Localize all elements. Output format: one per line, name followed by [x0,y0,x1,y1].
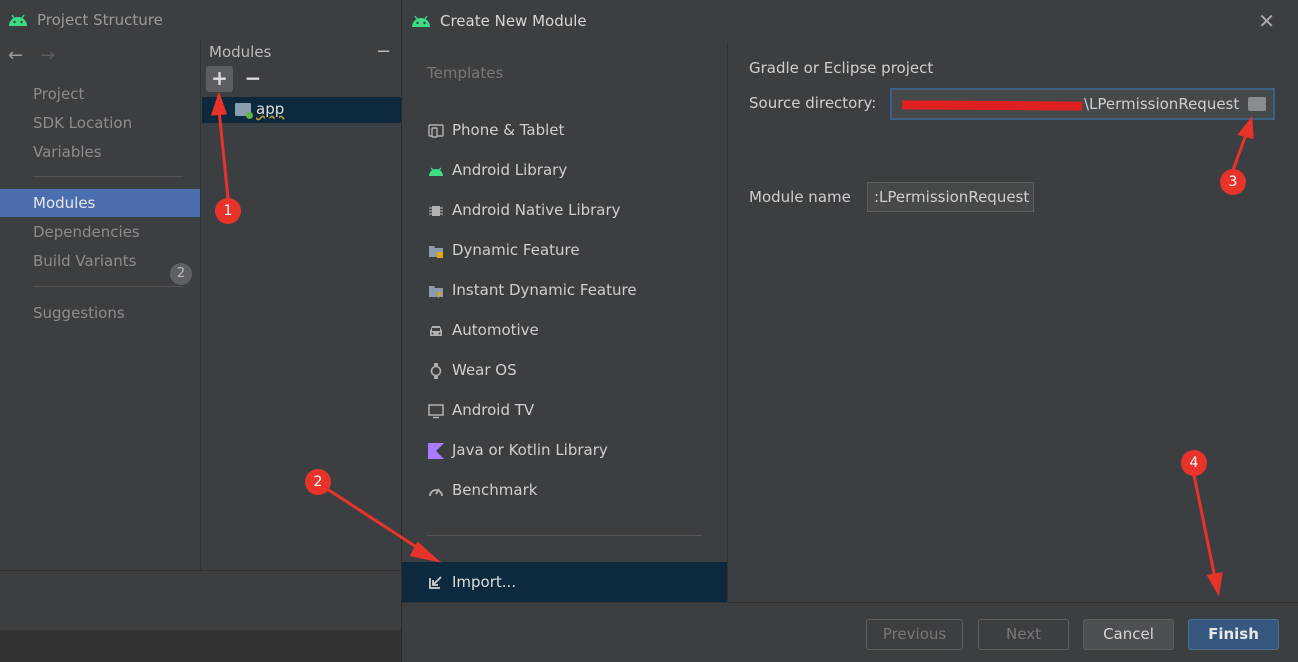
template-label: Java or Kotlin Library [452,441,608,459]
template-dynamic-feature[interactable]: Dynamic Feature [402,231,727,271]
cancel-button[interactable]: Cancel [1083,619,1174,650]
tv-icon [428,404,444,419]
import-config-panel: Gradle or Eclipse project Source directo… [727,42,1298,602]
template-wear-os[interactable]: Wear OS [402,351,727,391]
template-label: Automotive [452,321,539,339]
template-label: Android TV [452,401,535,419]
car-icon [430,326,442,336]
dialog-titlebar: Create New Module ✕ [402,0,1298,42]
close-icon[interactable]: ✕ [1258,9,1275,33]
remove-module-button[interactable]: − [243,66,263,92]
android-icon [429,167,443,176]
sidebar-item-sdk-location[interactable]: SDK Location [0,109,200,137]
template-label: Android Library [452,161,568,179]
import-icon [429,576,442,589]
annotation-badge: 4 [1181,450,1207,476]
template-label: Android Native Library [452,201,621,219]
watch-icon [430,363,442,379]
template-label: Dynamic Feature [452,241,580,259]
window-title: Project Structure [37,11,163,29]
create-new-module-dialog: Create New Module ✕ Templates Phone & Ta… [401,0,1298,662]
modules-header: Modules [209,43,272,61]
module-folder-icon [235,103,253,119]
collapse-icon[interactable]: − [376,41,391,62]
sidebar-item-variables[interactable]: Variables [0,138,200,166]
forward-arrow-icon[interactable]: → [40,45,55,66]
source-directory-value: \LPermissionRequest [1084,95,1240,113]
import-label: Import... [452,573,517,591]
sidebar-item-modules[interactable]: Modules [0,189,200,217]
suggestions-count-badge: 2 [170,263,192,285]
template-automotive[interactable]: Automotive [402,311,727,351]
sidebar-item-dependencies[interactable]: Dependencies [0,218,200,246]
project-structure-window: Project Structure ← → Project SDK Locati… [0,0,403,662]
annotation-badge: 2 [305,469,331,495]
redaction-mark [901,100,1083,111]
folder-lightning-icon [429,286,443,299]
next-button[interactable]: Next [978,619,1069,650]
add-module-button[interactable]: + [206,66,233,92]
module-name-field[interactable]: :LPermissionRequest [867,182,1034,212]
folder-feature-icon [429,246,443,258]
chip-icon [429,206,443,216]
template-label: Wear OS [452,361,517,379]
finish-button[interactable]: Finish [1188,619,1279,650]
project-structure-statusbar [0,630,402,662]
module-label: app [256,100,285,118]
source-directory-label: Source directory: [749,94,877,112]
section-title: Gradle or Eclipse project [749,59,934,77]
templates-panel: Templates Phone & Tablet Android Library… [402,42,727,602]
module-row-app[interactable]: app [202,97,403,123]
sidebar-item-project[interactable]: Project [0,80,200,108]
templates-divider [427,535,702,536]
browse-folder-icon[interactable] [1248,97,1266,111]
template-benchmark[interactable]: Benchmark [402,471,727,511]
import-item[interactable]: Import... [402,562,727,602]
module-name-label: Module name [749,188,851,206]
template-java-kotlin-library[interactable]: Java or Kotlin Library [402,431,727,471]
phone-tablet-icon [428,124,444,138]
template-label: Benchmark [452,481,538,499]
dialog-title: Create New Module [440,12,587,30]
android-icon [412,15,430,27]
gauge-icon [429,488,443,497]
sidebar-item-suggestions[interactable]: Suggestions [0,299,200,327]
template-phone-tablet[interactable]: Phone & Tablet [402,111,727,151]
templates-header: Templates [427,64,504,82]
dialog-footer: Previous Next Cancel Finish [402,602,1298,662]
template-android-library[interactable]: Android Library [402,151,727,191]
template-label: Phone & Tablet [452,121,565,139]
template-instant-dynamic-feature[interactable]: Instant Dynamic Feature [402,271,727,311]
project-structure-footer [0,570,402,630]
annotation-badge: 1 [215,198,241,224]
modules-panel: Modules − + − app [200,40,403,570]
template-label: Instant Dynamic Feature [452,281,637,299]
template-android-native-library[interactable]: Android Native Library [402,191,727,231]
divider [33,286,183,287]
source-directory-field[interactable]: \LPermissionRequest [890,88,1275,120]
annotation-badge: 3 [1220,169,1246,195]
divider [33,176,183,177]
previous-button[interactable]: Previous [866,619,963,650]
android-icon [9,14,27,26]
project-structure-titlebar: Project Structure [0,0,402,40]
kotlin-icon [428,443,444,459]
back-arrow-icon[interactable]: ← [8,45,23,66]
project-structure-sidebar: ← → Project SDK Location Variables Modul… [0,40,200,570]
template-android-tv[interactable]: Android TV [402,391,727,431]
